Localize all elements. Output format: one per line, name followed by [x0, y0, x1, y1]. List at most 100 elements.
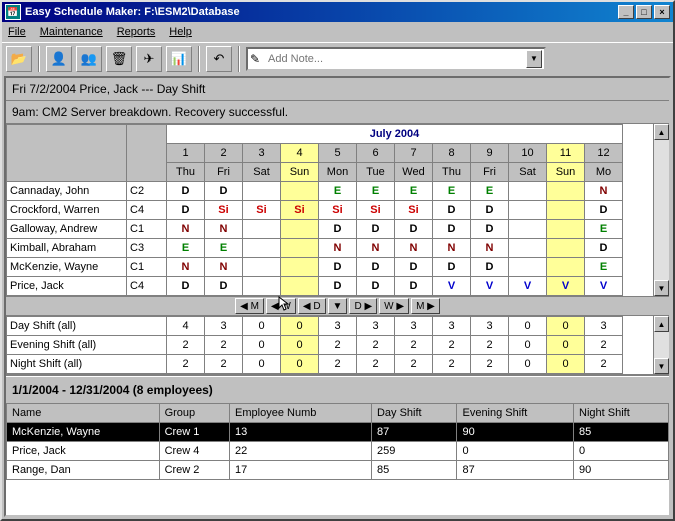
shift-cell[interactable] — [547, 201, 585, 220]
shift-cell[interactable]: E — [585, 258, 623, 277]
shift-cell[interactable]: D — [395, 258, 433, 277]
emp-header[interactable]: Group — [159, 404, 229, 423]
undo-button[interactable]: ↶ — [206, 46, 232, 72]
shift-cell[interactable] — [281, 239, 319, 258]
shift-cell[interactable]: D — [433, 201, 471, 220]
shift-cell[interactable] — [243, 239, 281, 258]
nav-button[interactable]: M ▶ — [411, 298, 440, 314]
shift-cell[interactable]: N — [395, 239, 433, 258]
emp-cell[interactable]: 87 — [371, 423, 457, 442]
shift-cell[interactable] — [547, 182, 585, 201]
shift-cell[interactable]: E — [585, 220, 623, 239]
emp-cell[interactable]: Crew 4 — [159, 442, 229, 461]
shift-cell[interactable] — [281, 258, 319, 277]
emp-header[interactable]: Employee Numb — [230, 404, 372, 423]
menu-maintenance[interactable]: Maintenance — [40, 26, 103, 38]
menu-reports[interactable]: Reports — [117, 26, 156, 38]
vscroll[interactable]: ▲ ▼ — [653, 124, 669, 296]
shift-cell[interactable]: N — [205, 258, 243, 277]
shift-cell[interactable]: D — [357, 277, 395, 296]
emp-cell[interactable]: 13 — [230, 423, 372, 442]
shift-cell[interactable]: N — [205, 220, 243, 239]
shift-cell[interactable] — [547, 220, 585, 239]
shift-cell[interactable] — [281, 220, 319, 239]
employee-name[interactable]: Cannaday, John — [7, 182, 127, 201]
close-button[interactable]: × — [654, 5, 670, 19]
shift-cell[interactable]: D — [205, 182, 243, 201]
shift-cell[interactable]: D — [319, 258, 357, 277]
scroll-up[interactable]: ▲ — [654, 124, 669, 140]
tool-send[interactable]: ✈ — [136, 46, 162, 72]
emp-cell[interactable]: 22 — [230, 442, 372, 461]
shift-cell[interactable]: N — [471, 239, 509, 258]
emp-cell[interactable]: 85 — [574, 423, 669, 442]
shift-cell[interactable]: D — [585, 239, 623, 258]
shift-cell[interactable]: N — [433, 239, 471, 258]
employee-name[interactable]: Kimball, Abraham — [7, 239, 127, 258]
shift-cell[interactable]: D — [357, 220, 395, 239]
shift-cell[interactable]: E — [357, 182, 395, 201]
emp-cell[interactable]: Crew 2 — [159, 461, 229, 480]
emp-cell[interactable]: 85 — [371, 461, 457, 480]
maximize-button[interactable]: □ — [636, 5, 652, 19]
shift-cell[interactable]: D — [167, 201, 205, 220]
shift-cell[interactable]: Si — [281, 201, 319, 220]
menu-file[interactable]: File — [8, 26, 26, 38]
schedule-row[interactable]: McKenzie, WayneC1NNDDDDDE — [7, 258, 623, 277]
shift-cell[interactable]: D — [471, 201, 509, 220]
shift-cell[interactable] — [243, 220, 281, 239]
scroll-down[interactable]: ▼ — [654, 280, 669, 296]
dropdown-button[interactable]: ▼ — [526, 50, 542, 68]
emp-header[interactable]: Day Shift — [371, 404, 457, 423]
emp-cell[interactable]: 90 — [457, 423, 574, 442]
shift-cell[interactable]: V — [509, 277, 547, 296]
scroll-down[interactable]: ▼ — [654, 358, 669, 374]
schedule-row[interactable]: Cannaday, JohnC2DDEEEEEN — [7, 182, 623, 201]
shift-cell[interactable]: E — [167, 239, 205, 258]
shift-cell[interactable]: Si — [243, 201, 281, 220]
tool-user2[interactable]: 👥 — [76, 46, 102, 72]
nav-button[interactable]: ▼ — [328, 298, 348, 314]
emp-cell[interactable]: 90 — [574, 461, 669, 480]
schedule-grid[interactable]: July 2004123456789101112ThuFriSatSunMonT… — [6, 124, 623, 296]
nav-button[interactable]: ◀ W — [266, 298, 296, 314]
shift-cell[interactable] — [509, 258, 547, 277]
nav-button[interactable]: W ▶ — [379, 298, 409, 314]
emp-header[interactable]: Name — [7, 404, 160, 423]
schedule-row[interactable]: Galloway, AndrewC1NNDDDDDE — [7, 220, 623, 239]
shift-cell[interactable]: Si — [319, 201, 357, 220]
shift-cell[interactable] — [547, 239, 585, 258]
shift-cell[interactable]: D — [357, 258, 395, 277]
emp-header[interactable]: Night Shift — [574, 404, 669, 423]
menu-help[interactable]: Help — [169, 26, 192, 38]
shift-cell[interactable] — [243, 277, 281, 296]
shift-cell[interactable]: D — [395, 277, 433, 296]
employee-row[interactable]: Price, JackCrew 42225900 — [7, 442, 669, 461]
shift-cell[interactable] — [281, 182, 319, 201]
shift-cell[interactable]: D — [319, 277, 357, 296]
shift-cell[interactable]: D — [433, 220, 471, 239]
employee-name[interactable]: Price, Jack — [7, 277, 127, 296]
nav-button[interactable]: ◀ M — [235, 298, 264, 314]
shift-cell[interactable] — [243, 258, 281, 277]
shift-cell[interactable]: Si — [395, 201, 433, 220]
shift-cell[interactable] — [509, 201, 547, 220]
shift-cell[interactable]: E — [395, 182, 433, 201]
employee-row[interactable]: Range, DanCrew 217858790 — [7, 461, 669, 480]
shift-cell[interactable]: N — [167, 258, 205, 277]
shift-cell[interactable]: E — [433, 182, 471, 201]
shift-cell[interactable]: V — [471, 277, 509, 296]
shift-cell[interactable]: D — [471, 258, 509, 277]
employee-row[interactable]: McKenzie, WayneCrew 113879085 — [7, 423, 669, 442]
schedule-row[interactable]: Kimball, AbrahamC3EENNNNND — [7, 239, 623, 258]
schedule-row[interactable]: Price, JackC4DDDDDVVVVV — [7, 277, 623, 296]
shift-cell[interactable]: E — [319, 182, 357, 201]
schedule-row[interactable]: Crockford, WarrenC4DSiSiSiSiSiSiDDD — [7, 201, 623, 220]
employee-name[interactable]: McKenzie, Wayne — [7, 258, 127, 277]
shift-cell[interactable]: D — [471, 220, 509, 239]
emp-cell[interactable]: Price, Jack — [7, 442, 160, 461]
emp-cell[interactable]: 17 — [230, 461, 372, 480]
emp-header[interactable]: Evening Shift — [457, 404, 574, 423]
shift-cell[interactable]: D — [585, 201, 623, 220]
shift-cell[interactable]: N — [357, 239, 395, 258]
